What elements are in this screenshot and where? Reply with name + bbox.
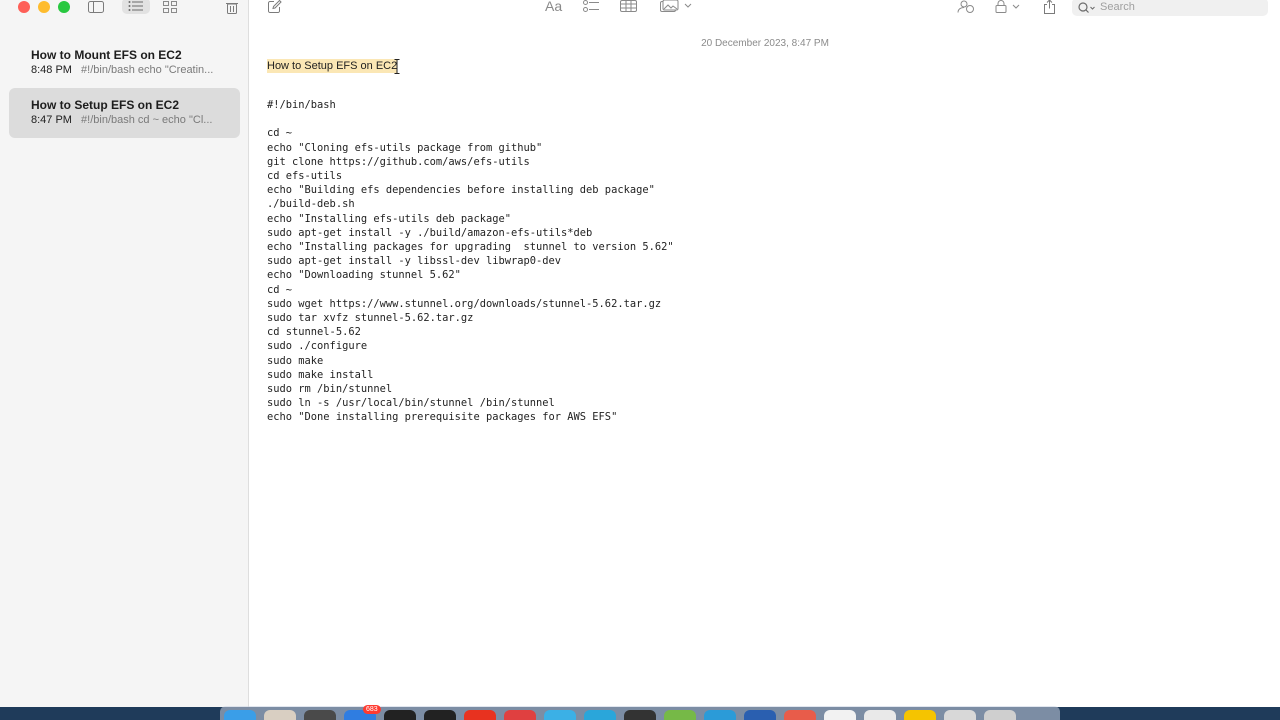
note-item-mount-efs[interactable]: How to Mount EFS on EC2 8:48 PM #!/bin/b… — [9, 38, 240, 88]
delete-note-button[interactable] — [222, 0, 242, 14]
grid-icon — [163, 1, 177, 13]
minimize-window-button[interactable] — [38, 1, 50, 13]
search-icon — [1078, 1, 1095, 13]
note-subtitle: 8:48 PM #!/bin/bash echo "Creatin... — [31, 63, 231, 77]
app-icon[interactable] — [464, 710, 496, 720]
app-icon[interactable] — [544, 710, 576, 720]
share-button[interactable] — [1043, 0, 1056, 17]
editor-toolbar: Aa — [250, 0, 1280, 16]
photo-icon — [660, 0, 692, 12]
app-icon[interactable] — [784, 710, 816, 720]
app-icon[interactable] — [664, 710, 696, 720]
list-view-button[interactable] — [122, 0, 150, 14]
note-time: 8:48 PM — [31, 64, 72, 76]
search-input[interactable] — [1100, 1, 1260, 13]
finder-icon[interactable] — [224, 710, 256, 720]
note-preview: #!/bin/bash cd ~ echo "Cl... — [81, 114, 213, 126]
app-icon[interactable] — [424, 710, 456, 720]
note-title: How to Mount EFS on EC2 — [31, 48, 182, 62]
compose-icon — [268, 0, 282, 13]
app-icon[interactable] — [864, 710, 896, 720]
app-icon[interactable] — [704, 710, 736, 720]
new-note-button[interactable] — [268, 0, 282, 16]
trash-icon[interactable] — [984, 710, 1016, 720]
app-icon[interactable] — [264, 710, 296, 720]
notes-window: How to Mount EFS on EC2 8:48 PM #!/bin/b… — [0, 0, 1280, 707]
checklist-icon — [583, 0, 599, 12]
note-date: 20 December 2023, 8:47 PM — [701, 38, 829, 49]
note-editor[interactable]: Aa Search 20 December 2023, 8:47 PM How … — [250, 0, 1280, 707]
note-subtitle: 8:47 PM #!/bin/bash cd ~ echo "Cl... — [31, 113, 231, 127]
collaborate-icon — [957, 0, 974, 13]
table-icon — [620, 0, 637, 12]
note-title: How to Setup EFS on EC2 — [31, 98, 180, 112]
app-icon[interactable] — [504, 710, 536, 720]
lock-button[interactable] — [995, 0, 1021, 16]
lock-icon — [995, 0, 1020, 13]
xcode-icon[interactable] — [744, 710, 776, 720]
media-button[interactable] — [660, 0, 694, 15]
search-box[interactable] — [1072, 0, 1268, 16]
note-list: How to Mount EFS on EC2 8:48 PM #!/bin/b… — [9, 38, 240, 138]
notes-icon[interactable] — [904, 710, 936, 720]
table-button[interactable] — [620, 0, 637, 15]
checklist-button[interactable] — [583, 0, 600, 16]
share-icon — [1044, 0, 1055, 14]
gallery-view-button[interactable] — [160, 0, 180, 14]
note-preview: #!/bin/bash echo "Creatin... — [81, 64, 214, 76]
note-heading[interactable]: How to Setup EFS on EC2 — [267, 59, 398, 73]
dock: 683 — [220, 705, 1060, 720]
close-window-button[interactable] — [18, 1, 30, 13]
collaborate-button[interactable] — [957, 0, 975, 16]
mail-badge: 683 — [363, 705, 381, 714]
sidebar: How to Mount EFS on EC2 8:48 PM #!/bin/b… — [0, 0, 249, 707]
format-button[interactable]: Aa — [545, 0, 562, 13]
note-body[interactable]: #!/bin/bash cd ~ echo "Cloning efs-utils… — [267, 98, 674, 425]
app-icon[interactable] — [624, 710, 656, 720]
sidebar-toolbar — [86, 0, 242, 14]
window-controls — [18, 1, 70, 13]
app-icon[interactable] — [944, 710, 976, 720]
note-item-setup-efs[interactable]: How to Setup EFS on EC2 8:47 PM #!/bin/b… — [9, 88, 240, 138]
app-icon[interactable] — [824, 710, 856, 720]
text-cursor-icon — [394, 59, 400, 74]
toggle-sidebar-button[interactable] — [86, 0, 106, 14]
app-icon[interactable] — [304, 710, 336, 720]
terminal-icon[interactable] — [384, 710, 416, 720]
app-icon[interactable] — [584, 710, 616, 720]
list-icon — [128, 1, 143, 11]
note-time: 8:47 PM — [31, 114, 72, 126]
trash-icon — [226, 2, 238, 14]
zoom-window-button[interactable] — [58, 1, 70, 13]
sidebar-icon — [88, 1, 104, 13]
